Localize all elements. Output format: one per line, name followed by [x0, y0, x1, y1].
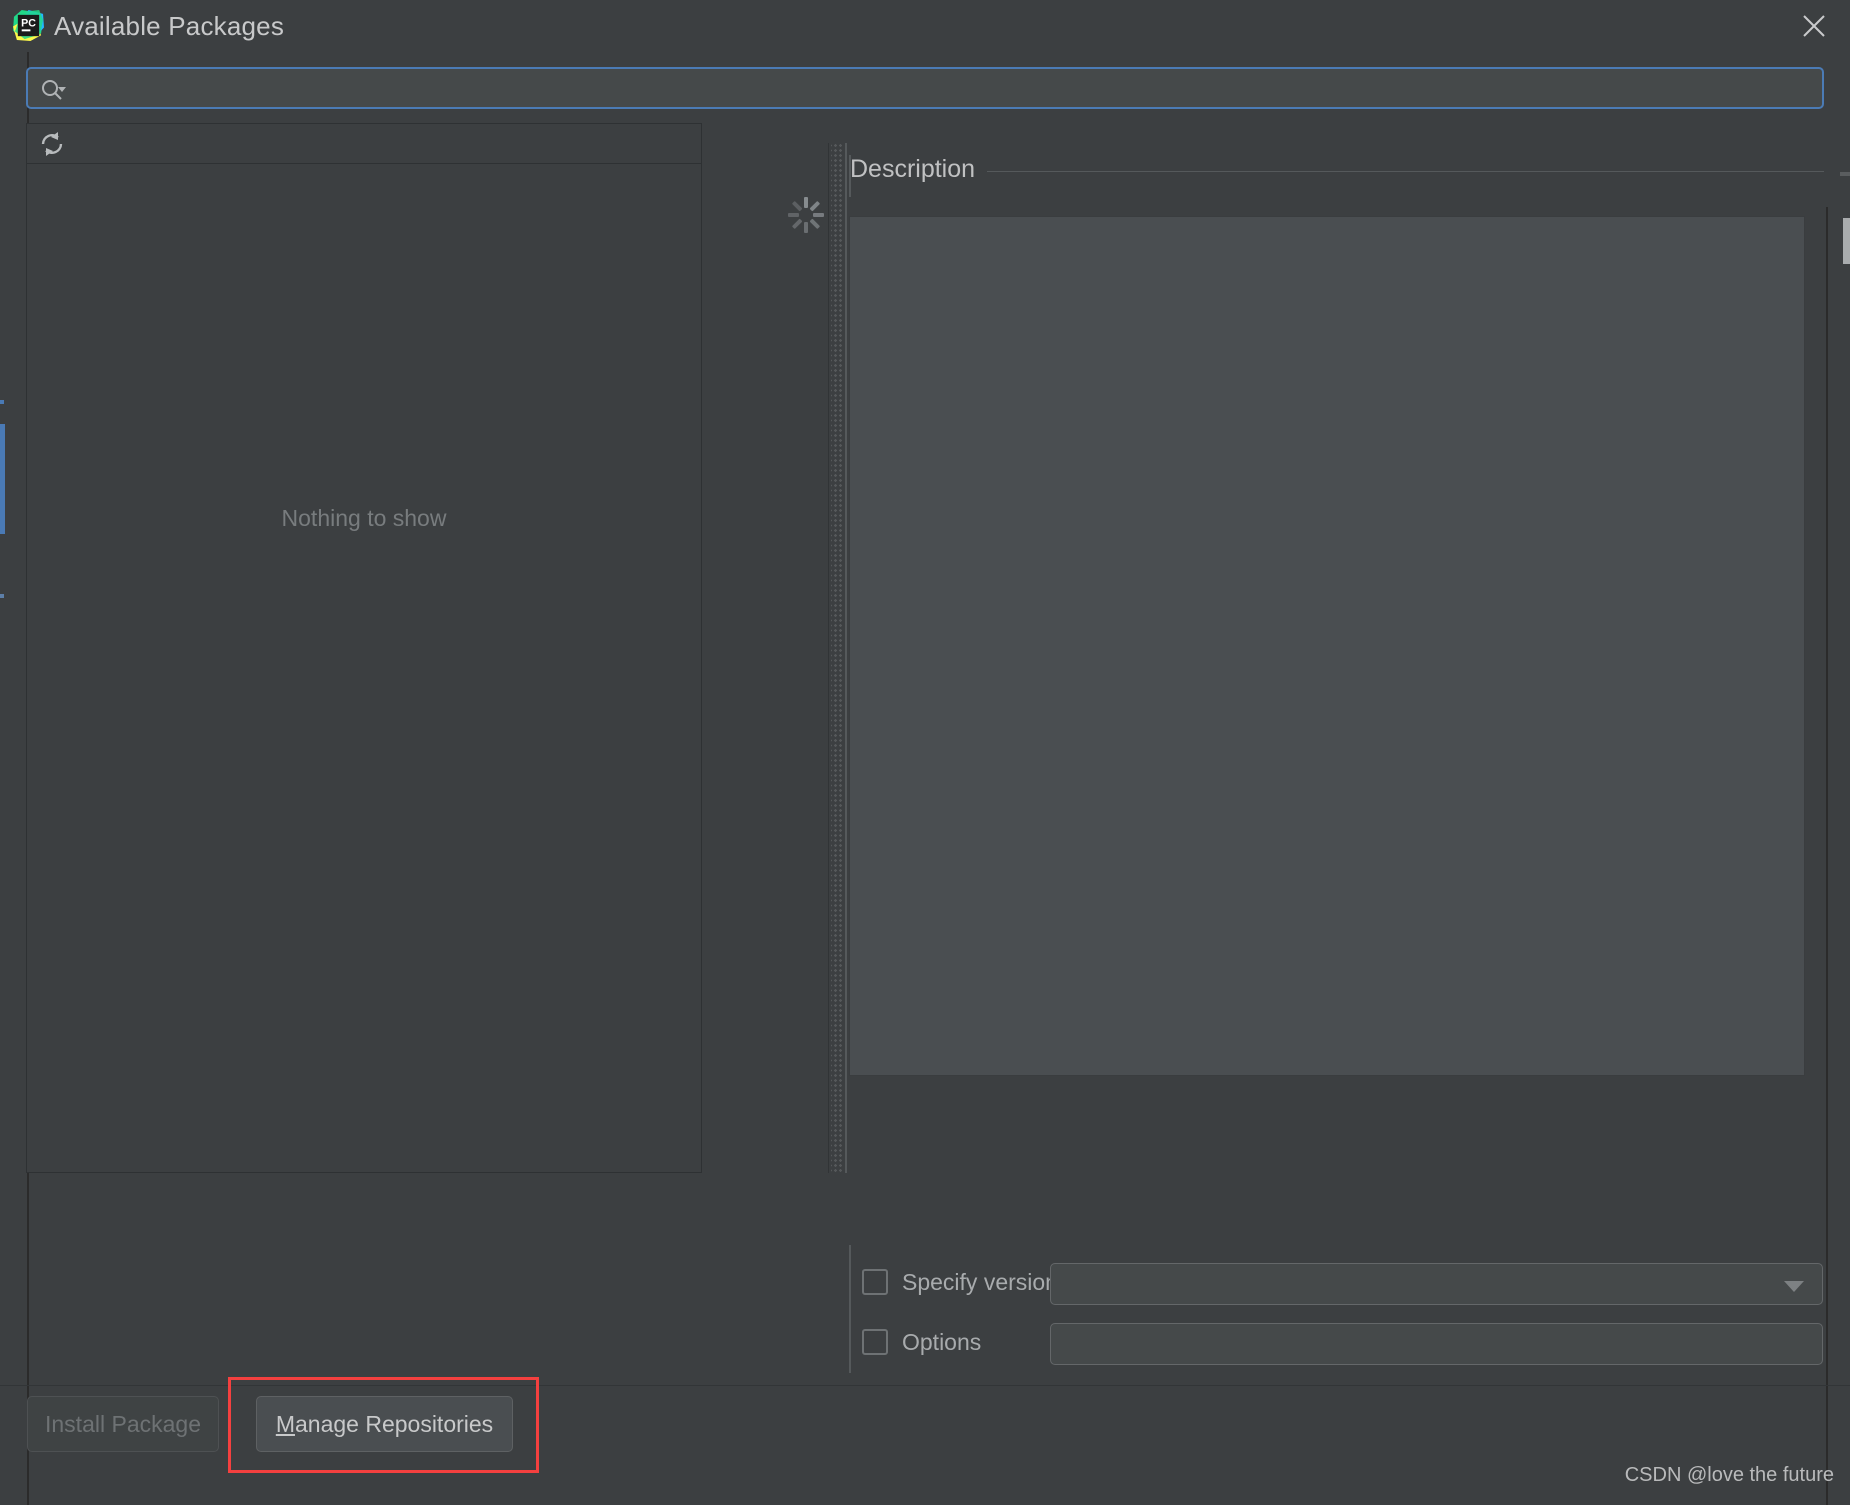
description-left-border	[849, 155, 851, 197]
close-icon[interactable]	[1792, 8, 1836, 44]
install-package-label: Install Package	[45, 1410, 201, 1437]
background-right-scrollbar-thumb[interactable]	[1843, 218, 1850, 264]
splitter-left-edge	[828, 143, 829, 1173]
search-input[interactable]	[74, 69, 1814, 107]
svg-text:PC: PC	[21, 17, 36, 29]
panel-splitter-handle[interactable]	[831, 143, 843, 1173]
description-content[interactable]	[849, 216, 1805, 1076]
packages-list[interactable]: Nothing to show	[27, 165, 701, 1172]
dialog-title-bar: PC Available Packages	[0, 0, 1850, 52]
loading-spinner-icon	[787, 196, 825, 234]
background-right-edge-line	[1826, 207, 1828, 1505]
manage-repositories-button[interactable]: Manage Repositories	[256, 1396, 513, 1452]
search-icon[interactable]	[40, 78, 66, 102]
specify-version-checkbox[interactable]	[862, 1269, 888, 1295]
specify-version-row: Specify version	[850, 1262, 1824, 1306]
background-scrollbar-thumb[interactable]	[0, 424, 5, 534]
splitter-right-edge	[845, 143, 847, 1173]
refresh-icon[interactable]	[37, 130, 67, 158]
manage-repositories-label: anage Repositories	[294, 1410, 494, 1437]
options-row: Options	[850, 1322, 1824, 1366]
chevron-down-icon[interactable]	[1784, 1281, 1804, 1292]
install-package-button[interactable]: Install Package	[27, 1396, 219, 1452]
package-search-field[interactable]	[26, 67, 1824, 109]
available-packages-panel: Nothing to show	[26, 123, 702, 1173]
watermark-text: CSDN @love the future	[1624, 1464, 1834, 1486]
description-title: Description	[850, 155, 988, 187]
options-label: Options	[902, 1329, 982, 1355]
packages-toolbar	[27, 124, 701, 164]
description-group: Description	[849, 155, 1824, 1225]
options-checkbox[interactable]	[862, 1329, 888, 1355]
specify-version-label: Specify version	[902, 1269, 1058, 1295]
background-marker-tick-top	[0, 400, 4, 404]
pycharm-logo-icon: PC	[13, 10, 44, 41]
background-right-marker-tick	[1840, 172, 1850, 176]
empty-state-label: Nothing to show	[281, 505, 447, 531]
dialog-title: Available Packages	[54, 11, 285, 41]
background-marker-tick-bottom	[0, 594, 4, 598]
manage-repositories-mnemonic: M	[275, 1410, 295, 1437]
version-combobox[interactable]	[1050, 1263, 1823, 1305]
bottom-separator	[0, 1385, 1850, 1386]
options-input[interactable]	[1050, 1323, 1823, 1365]
description-title-rule	[850, 171, 1824, 172]
